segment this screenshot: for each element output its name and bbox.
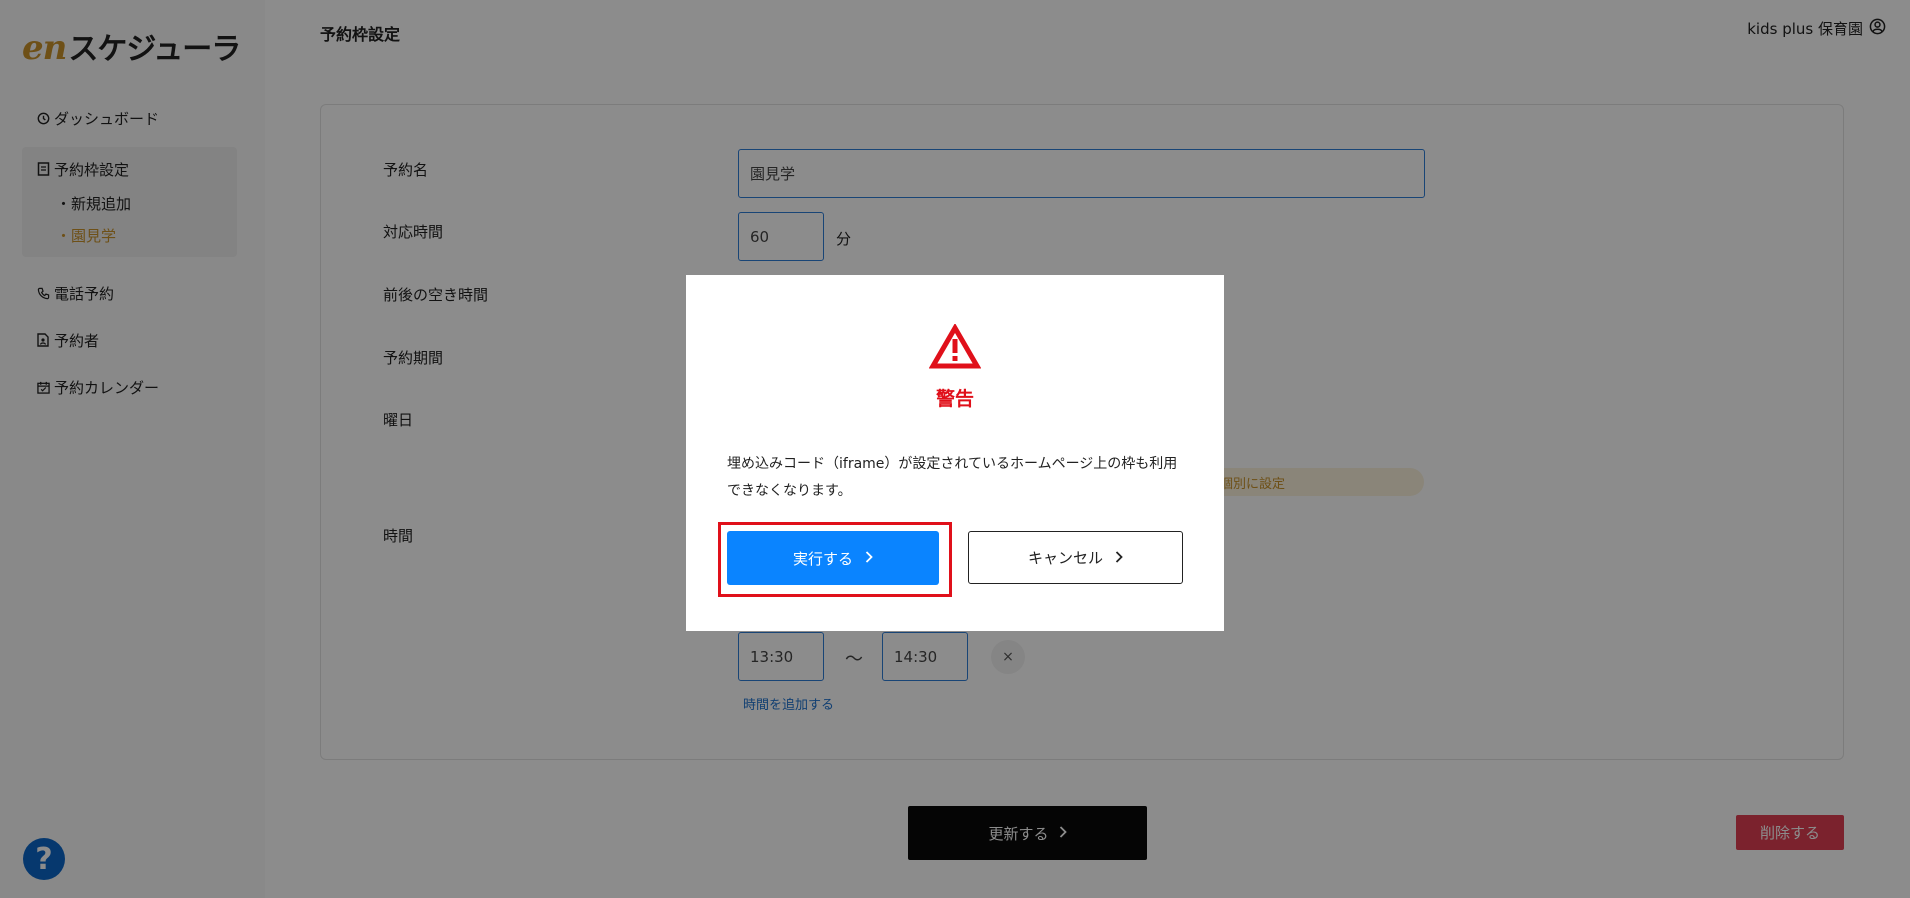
dialog-message: 埋め込みコード（iframe）が設定されているホームページ上の枠も利用できなくな… bbox=[727, 456, 1178, 499]
warning-dialog: 警告 埋め込みコード（iframe）が設定されているホームページ上の枠も利用でき… bbox=[686, 275, 1224, 631]
chevron-right-icon bbox=[865, 549, 873, 567]
execute-button-label: 実行する bbox=[792, 549, 853, 568]
chevron-right-icon bbox=[1115, 549, 1123, 567]
execute-button[interactable]: 実行する bbox=[727, 531, 939, 585]
cancel-button[interactable]: キャンセル bbox=[968, 531, 1183, 584]
warning-icon bbox=[928, 323, 982, 374]
dialog-title: 警告 bbox=[935, 388, 974, 410]
cancel-button-label: キャンセル bbox=[1027, 549, 1103, 567]
